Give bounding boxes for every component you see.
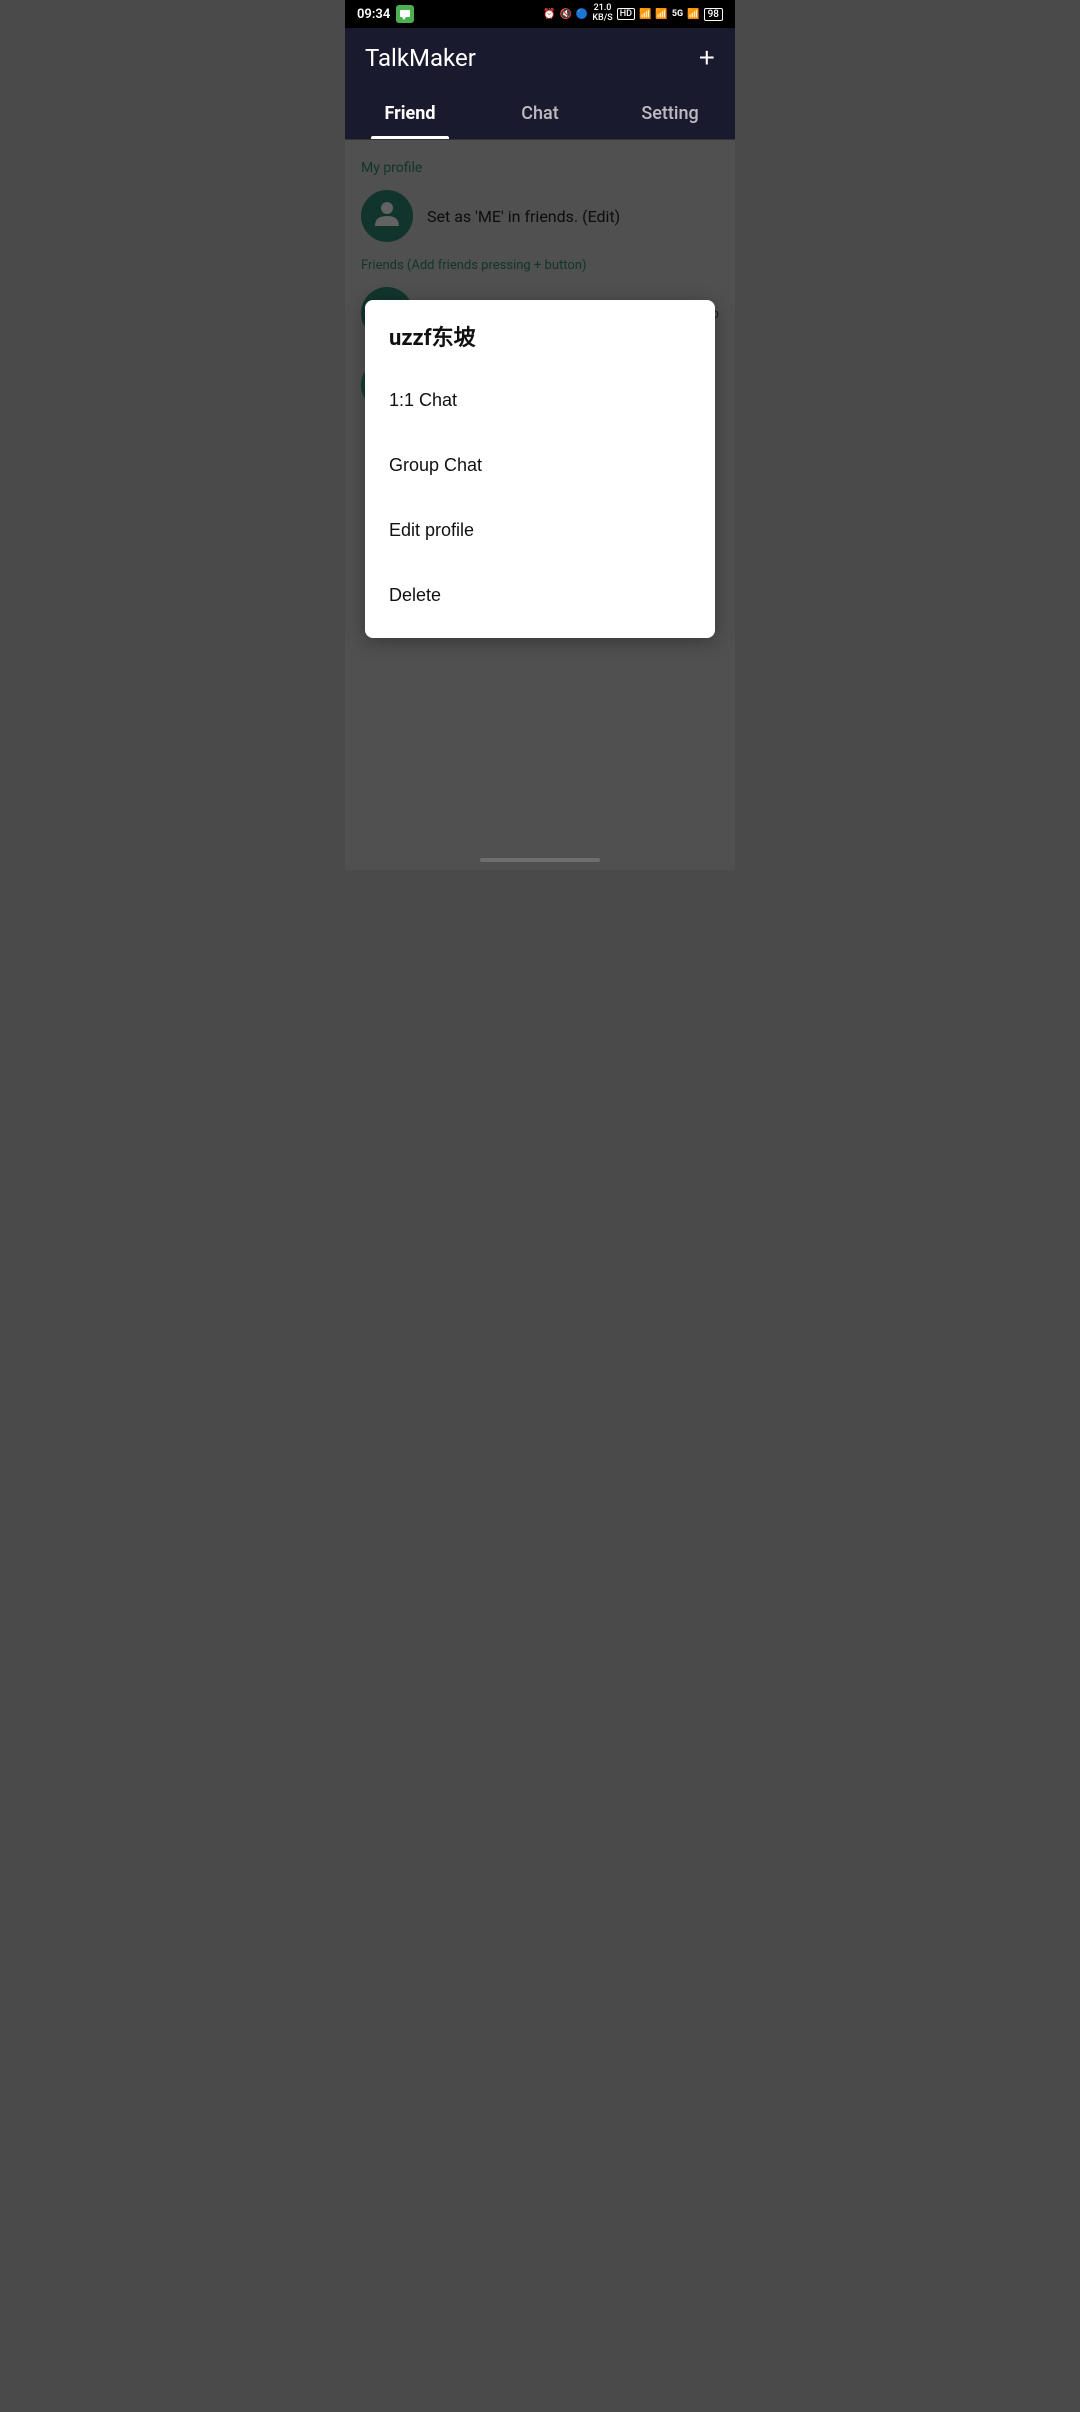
context-menu-item-1-1-chat[interactable]: 1:1 Chat [365,368,715,433]
status-time: 09:34 [357,7,390,22]
context-menu-item-group-chat[interactable]: Group Chat [365,433,715,498]
bluetooth-icon: 🔵 [576,9,588,20]
context-menu-title: uzzf东坡 [365,320,715,368]
add-button[interactable]: + [699,44,715,72]
status-bar: 09:34 ⏰ 🔇 🔵 21.0KB/S HD 📶 📶 5G 📶 98 [345,0,735,28]
context-menu-item-edit-profile[interactable]: Edit profile [365,498,715,563]
battery-icon: 98 [704,8,723,21]
mute-icon: 🔇 [559,9,571,20]
status-left: 09:34 [357,5,414,23]
app-title: TalkMaker [365,44,476,72]
alarm-icon: ⏰ [543,9,555,20]
tabs-bar: Friend Chat Setting [345,88,735,140]
status-right: ⏰ 🔇 🔵 21.0KB/S HD 📶 📶 5G 📶 98 [543,4,723,24]
main-content: My profile Set as 'ME' in friends. (Edit… [345,140,735,870]
message-notification-icon [396,5,414,23]
tab-setting[interactable]: Setting [605,88,735,139]
5g-icon: 5G [672,9,683,19]
tab-chat[interactable]: Chat [475,88,605,139]
context-menu-item-delete[interactable]: Delete [365,563,715,628]
context-menu: uzzf东坡 1:1 Chat Group Chat Edit profile … [365,300,715,638]
data-speed: 21.0KB/S [592,4,612,24]
app-header: TalkMaker + [345,28,735,88]
hd-icon: HD [617,8,635,20]
tab-friend[interactable]: Friend [345,88,475,139]
wifi-icon: 📶 [639,9,651,20]
signal2-icon: 📶 [687,9,699,20]
signal-icon: 📶 [655,9,667,20]
